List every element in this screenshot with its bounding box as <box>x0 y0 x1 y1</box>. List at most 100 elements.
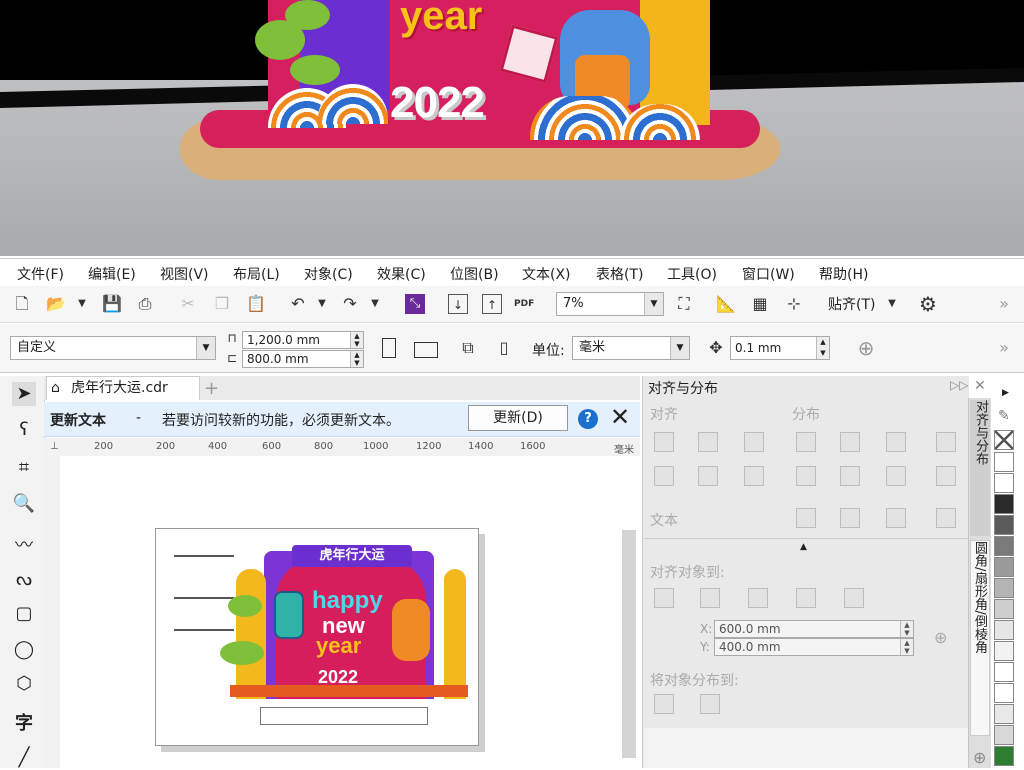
parallel-dimension-tool-icon[interactable]: ╱ <box>12 746 36 770</box>
export-icon[interactable]: ↑ <box>482 294 502 314</box>
preset-dropdown-chevron-icon[interactable]: ▼ <box>196 337 215 359</box>
color-swatch[interactable] <box>994 557 1014 577</box>
zoom-level-combo[interactable]: 7% ▼ <box>556 292 664 316</box>
rectangle-tool-icon[interactable]: ▢ <box>12 602 36 626</box>
align-center-vertical-icon[interactable] <box>698 466 718 486</box>
align-to-page-edge-icon[interactable] <box>700 588 720 608</box>
distribute-middle-icon[interactable] <box>840 466 860 486</box>
ellipse-tool-icon[interactable]: ◯ <box>12 638 36 662</box>
color-swatch[interactable] <box>994 641 1014 661</box>
portrait-orientation-icon[interactable] <box>382 338 396 358</box>
x-coordinate-field[interactable]: 600.0 mm ▲ ▼ <box>714 620 914 638</box>
menu-table[interactable]: 表格(T) <box>596 264 643 284</box>
docker-close-icon[interactable]: ✕ <box>974 378 986 394</box>
publish-pdf-icon[interactable]: PDF <box>514 294 534 314</box>
show-grid-icon[interactable]: ▦ <box>750 294 770 314</box>
save-icon[interactable]: 💾 <box>102 294 122 314</box>
side-tab-fillet-chamfer[interactable]: 圆角/扇形角/倒棱角 <box>970 540 990 736</box>
crop-tool-icon[interactable]: ⌗ <box>12 456 36 480</box>
new-document-icon[interactable]: 🗋 <box>12 294 32 314</box>
color-swatch[interactable] <box>994 746 1014 766</box>
collapse-section-icon[interactable]: ▲ <box>800 542 807 552</box>
show-rulers-icon[interactable]: 📐 <box>716 294 736 314</box>
align-right-icon[interactable] <box>744 432 764 452</box>
text-last-line-baseline-icon[interactable] <box>840 508 860 528</box>
zoom-tool-icon[interactable]: 🔍 <box>12 492 36 516</box>
open-folder-icon[interactable]: 📂 <box>46 294 66 314</box>
freehand-tool-icon[interactable]: 〰 <box>12 534 36 558</box>
y-coordinate-spinner[interactable]: ▲ ▼ <box>900 639 913 655</box>
color-swatch[interactable] <box>994 662 1014 682</box>
color-swatch[interactable] <box>994 494 1014 514</box>
landscape-orientation-icon[interactable] <box>414 342 438 358</box>
menu-window[interactable]: 窗口(W) <box>742 264 795 284</box>
align-to-point-icon[interactable] <box>844 588 864 608</box>
color-swatch[interactable] <box>994 536 1014 556</box>
units-combo[interactable]: 毫米 ▼ <box>572 336 690 360</box>
polygon-tool-icon[interactable]: ⬡ <box>12 672 36 696</box>
menu-tools[interactable]: 工具(O) <box>667 264 717 284</box>
color-swatch[interactable] <box>994 515 1014 535</box>
text-outline-icon[interactable] <box>936 508 956 528</box>
pick-tool-icon[interactable]: ➤ <box>12 382 36 406</box>
distribute-left-icon[interactable] <box>796 432 816 452</box>
redo-dropdown-chevron-icon[interactable]: ▼ <box>365 294 385 314</box>
align-to-active-objects-icon[interactable] <box>654 588 674 608</box>
undo-dropdown-chevron-icon[interactable]: ▼ <box>312 294 332 314</box>
zoom-dropdown-chevron-icon[interactable]: ▼ <box>644 293 663 315</box>
pick-point-icon[interactable]: ⊕ <box>934 628 947 647</box>
cut-icon[interactable]: ✂ <box>178 294 198 314</box>
home-icon[interactable]: ⌂ <box>51 377 60 399</box>
print-icon[interactable]: ⎙ <box>135 294 155 314</box>
distribute-to-page-icon[interactable] <box>700 694 720 714</box>
palette-scroll-up-icon[interactable]: ▶ <box>1002 388 1009 398</box>
color-swatch[interactable] <box>994 683 1014 703</box>
menu-bitmap[interactable]: 位图(B) <box>450 264 499 284</box>
options-gear-icon[interactable]: ⚙ <box>918 294 938 314</box>
vertical-ruler[interactable] <box>44 456 61 768</box>
distribute-spacing-icon[interactable] <box>886 432 906 452</box>
no-color-swatch[interactable] <box>994 430 1014 450</box>
add-preset-icon[interactable]: ⊕ <box>856 338 876 358</box>
y-coordinate-field[interactable]: 400.0 mm ▲ ▼ <box>714 638 914 656</box>
color-swatch[interactable] <box>994 452 1014 472</box>
x-coordinate-spinner[interactable]: ▲ ▼ <box>900 621 913 637</box>
redo-icon[interactable]: ↷ <box>340 294 360 314</box>
page-height-field[interactable]: 800.0 mm ▲ ▼ <box>242 350 364 368</box>
color-swatch[interactable] <box>994 578 1014 598</box>
import-icon[interactable]: ↓ <box>448 294 468 314</box>
menu-edit[interactable]: 编辑(E) <box>88 264 136 284</box>
shape-tool-icon[interactable]: ʕ <box>12 418 36 442</box>
page-height-spinner[interactable]: ▲ ▼ <box>350 351 363 367</box>
nudge-spinner[interactable]: ▲ ▼ <box>816 337 829 359</box>
page-size-preset-combo[interactable]: 自定义 ▼ <box>10 336 216 360</box>
toolbar-overflow-icon[interactable]: » <box>994 294 1014 314</box>
page-width-field[interactable]: 1,200.0 mm ▲ ▼ <box>242 331 364 349</box>
distribute-bottom-icon[interactable] <box>936 466 956 486</box>
nudge-distance-field[interactable]: 0.1 mm ▲ ▼ <box>730 336 830 360</box>
text-tool-icon[interactable]: 字 <box>12 712 36 736</box>
menu-effects[interactable]: 效果(C) <box>377 264 426 284</box>
corel-connect-icon[interactable]: ⤡ <box>405 294 425 314</box>
distribute-right-icon[interactable] <box>936 432 956 452</box>
paste-icon[interactable]: 📋 <box>246 294 266 314</box>
new-tab-plus-icon[interactable]: + <box>204 378 219 399</box>
snap-to-menu[interactable]: 贴齐(T) <box>828 294 875 314</box>
color-swatch[interactable] <box>994 599 1014 619</box>
propbar-overflow-icon[interactable]: » <box>994 338 1014 358</box>
color-swatch[interactable] <box>994 473 1014 493</box>
align-center-horizontal-icon[interactable] <box>698 432 718 452</box>
distribute-to-selection-icon[interactable] <box>654 694 674 714</box>
menu-file[interactable]: 文件(F) <box>17 264 64 284</box>
help-question-icon[interactable]: ? <box>578 409 598 429</box>
menu-object[interactable]: 对象(C) <box>304 264 353 284</box>
distribute-top-icon[interactable] <box>796 466 816 486</box>
menu-help[interactable]: 帮助(H) <box>819 264 868 284</box>
eyedropper-icon[interactable]: ✎ <box>998 408 1010 424</box>
menu-view[interactable]: 视图(V) <box>160 264 209 284</box>
align-left-icon[interactable] <box>654 432 674 452</box>
artistic-media-tool-icon[interactable]: ᔓ <box>12 568 36 592</box>
open-dropdown-chevron-icon[interactable]: ▼ <box>72 294 92 314</box>
update-text-button[interactable]: 更新(D) <box>468 405 568 431</box>
ruler-corner-icon[interactable]: ⊥ <box>50 441 59 452</box>
